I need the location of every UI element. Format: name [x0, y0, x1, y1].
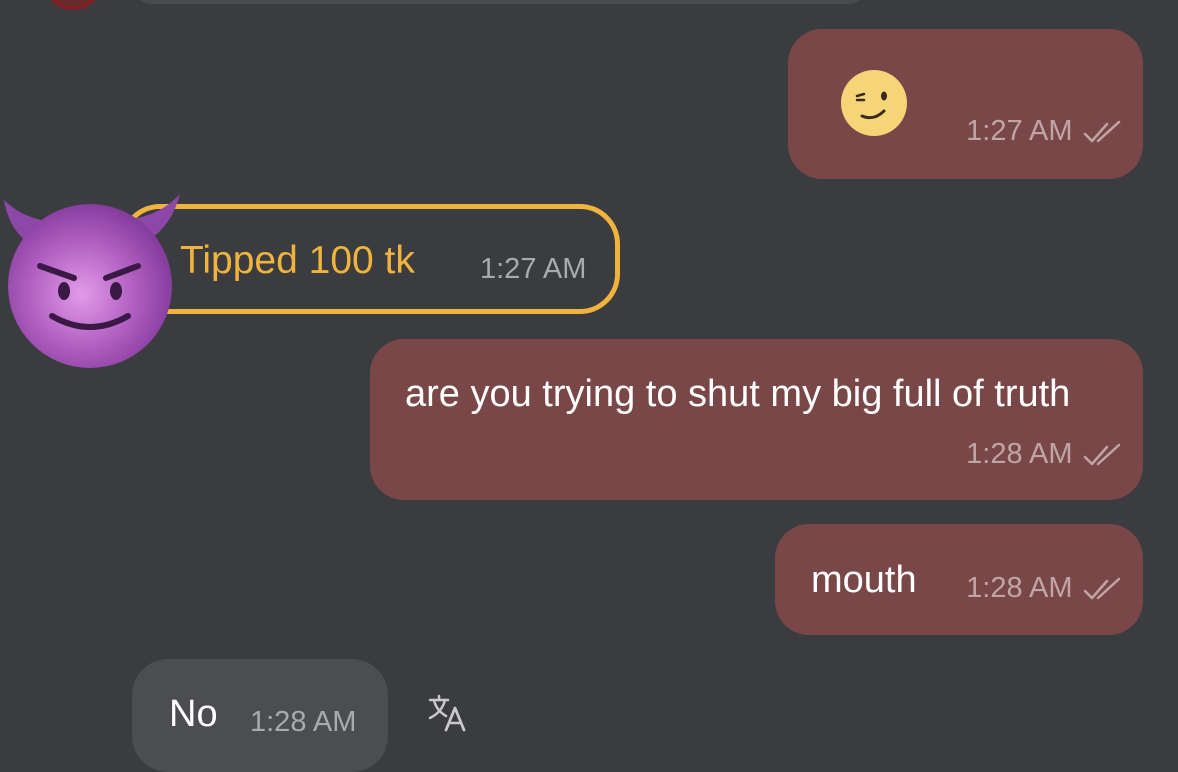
avatar[interactable] — [48, 0, 98, 10]
message-text: are you trying to shut my big full of tr… — [405, 373, 1071, 415]
message-text: No — [169, 693, 218, 735]
message-time: 1:28 AM — [250, 706, 357, 738]
message-time: 1:27 AM — [966, 114, 1073, 147]
double-check-icon — [1083, 443, 1125, 474]
chat-thread: 1:27 AM Tipped 100 tk 1:27 AM are you tr… — [0, 0, 1178, 772]
message-bubble-partial[interactable] — [130, 0, 870, 4]
message-time: 1:28 AM — [966, 571, 1073, 604]
message-meta: 1:27 AM — [966, 115, 1125, 151]
incoming-message[interactable]: No 1:28 AM — [132, 659, 388, 772]
outgoing-message[interactable]: are you trying to shut my big full of tr… — [370, 339, 1143, 500]
outgoing-message[interactable]: mouth 1:28 AM — [775, 524, 1143, 635]
message-meta: 1:28 AM — [966, 438, 1125, 474]
smiling-devil-icon — [0, 188, 185, 373]
tip-label: Tipped 100 tk — [180, 239, 415, 282]
message-time: 1:27 AM — [480, 253, 587, 285]
double-check-icon — [1083, 120, 1125, 151]
outgoing-message[interactable]: 1:27 AM — [788, 29, 1143, 179]
winking-face-icon — [840, 69, 908, 142]
tip-message[interactable]: Tipped 100 tk 1:27 AM — [120, 204, 620, 314]
message-text: mouth — [811, 559, 917, 601]
double-check-icon — [1083, 577, 1125, 608]
translate-icon[interactable] — [426, 692, 470, 736]
message-time: 1:28 AM — [966, 437, 1073, 470]
message-meta: 1:28 AM — [966, 572, 1125, 608]
